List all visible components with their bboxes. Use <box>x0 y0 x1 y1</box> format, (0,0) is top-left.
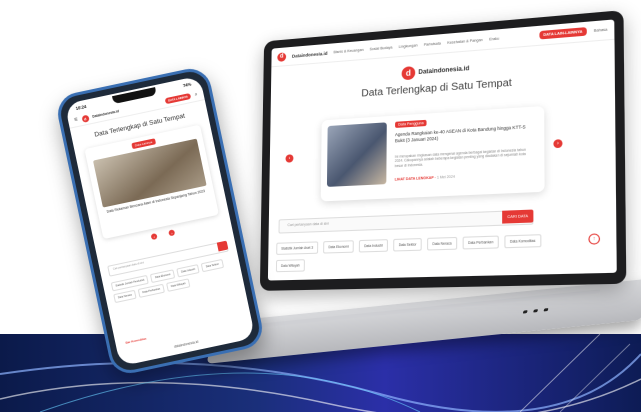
featured-tag: Data Pengguna <box>395 119 427 128</box>
category-chips: Statistik Jumlah Aset 3 Data Ekonomi Dat… <box>275 233 575 273</box>
phone-category-chip[interactable]: Data Perbankan <box>137 283 166 298</box>
menu-icon[interactable]: ≡ <box>74 117 79 124</box>
category-chip[interactable]: Data Sektor <box>393 238 422 252</box>
logo-text[interactable]: Dataindonesia.id <box>292 50 328 58</box>
category-chip[interactable]: Data Komoditas <box>504 234 542 249</box>
logo-icon[interactable]: d <box>277 51 287 62</box>
nav-item-bisnis[interactable]: Bisnis & Keuangan <box>334 48 364 54</box>
laptop-port <box>522 310 528 314</box>
phone-featured-card[interactable]: Data Lainnya Data Rekaman Bencana Alam d… <box>84 125 219 240</box>
laptop-webpage: d Dataindonesia.id Bisnis & Keuangan Sos… <box>267 19 617 281</box>
nav-item-sosial[interactable]: Sosial Budaya <box>369 45 392 51</box>
featured-summary: Ini merupakan ringkasan data mengenai ag… <box>394 147 527 168</box>
phone-search-button[interactable] <box>216 240 229 252</box>
phone-category-chip[interactable]: Data Wilayah <box>166 278 191 292</box>
featured-date: 1 Mei 2024 <box>436 174 455 180</box>
phone-featured-image <box>92 138 207 208</box>
scene: d Dataindonesia.id Bisnis & Keuangan Sos… <box>0 0 641 412</box>
data-cta-button[interactable]: DATA LAIN-LAINNYA <box>538 27 587 40</box>
category-chip[interactable]: Data Neraca <box>427 236 458 251</box>
nav-item-kesehatan[interactable]: Kesehatan & Pangan <box>447 38 482 45</box>
language-selector[interactable]: Bahasa <box>594 27 608 32</box>
nav-item-lingkungan[interactable]: Lingkungan <box>399 43 418 49</box>
phone-cta-button[interactable]: DATA LAINNYA <box>164 92 192 105</box>
status-time: 10:24 <box>75 103 87 111</box>
search-button[interactable]: CARI DATA <box>502 209 534 224</box>
phone-logo-icon[interactable]: d <box>80 114 90 123</box>
category-chip[interactable]: Data Ekonomi <box>323 240 354 254</box>
nav-item-eraku[interactable]: Eraku <box>489 37 499 42</box>
search-icon[interactable]: ⌕ <box>194 92 198 98</box>
search-input[interactable]: Cari pertanyaan data di sini CARI DATA <box>278 209 534 234</box>
phone-logo-text[interactable]: Dataindonesia.id <box>92 109 119 119</box>
phone-footer-label[interactable]: Bar Komoditas <box>125 336 147 344</box>
brand-name: Dataindonesia.id <box>418 65 470 76</box>
laptop-port <box>543 308 549 312</box>
nav-item-pariwisata[interactable]: Pariwisata <box>424 41 441 47</box>
category-chip[interactable]: Data Wilayah <box>275 259 305 273</box>
category-chip[interactable]: Statistik Jumlah Aset 3 <box>276 241 319 255</box>
phone-category-chip[interactable]: Data Neraca <box>113 289 137 304</box>
carousel-prev-button[interactable]: ‹ <box>285 154 294 163</box>
phone-category-chip[interactable]: Data Industri <box>176 264 201 278</box>
phone-carousel-next-button[interactable]: › <box>168 229 176 237</box>
laptop-port <box>533 309 539 313</box>
carousel-next-button[interactable]: › <box>553 139 563 149</box>
brand-logo-icon: d <box>401 66 416 81</box>
phone-category-chip[interactable]: Data Sektor <box>201 258 224 273</box>
status-battery: 74% <box>182 81 192 88</box>
phone-search-placeholder: Cari pertanyaan data di sini <box>112 261 145 271</box>
category-chip[interactable]: Data Perbankan <box>462 235 499 250</box>
laptop-screen: d Dataindonesia.id Bisnis & Keuangan Sos… <box>259 10 627 291</box>
phone-carousel-prev-button[interactable]: ‹ <box>150 233 158 241</box>
featured-card[interactable]: Data Pengguna Agenda Rangkaian ke-40 ASE… <box>320 105 545 202</box>
chips-scroll-icon[interactable]: ↑ <box>588 233 601 245</box>
category-chip[interactable]: Data Industri <box>358 239 389 253</box>
search-placeholder: Cari pertanyaan data di sini <box>287 221 329 228</box>
featured-image <box>326 122 387 187</box>
featured-link[interactable]: LIHAT DATA LENGKAP · 1 Mei 2024 <box>395 175 455 182</box>
